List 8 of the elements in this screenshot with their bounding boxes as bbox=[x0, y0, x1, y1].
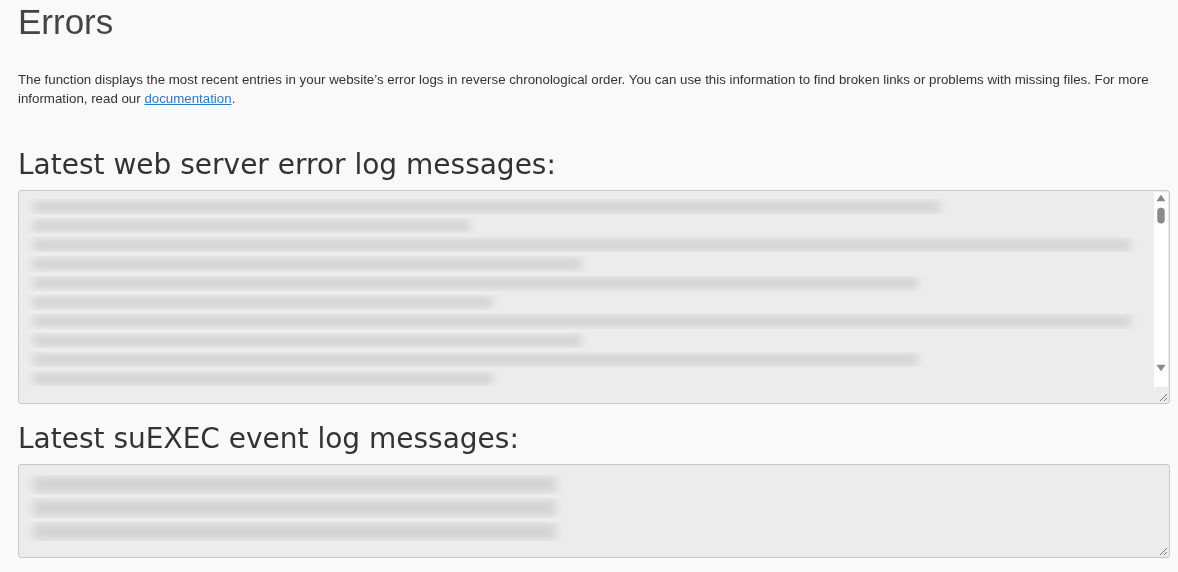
section-heading: Latest suEXEC event log messages: bbox=[18, 422, 520, 456]
description-text: The function displays the most recent entries in your website’s error logs in reverse chronological order. You can use this information to find broken links or problems with missing files. For more information, read our documentation. bbox=[18, 71, 1150, 108]
resize-grip-icon[interactable] bbox=[1158, 546, 1168, 556]
scrollbar-drawing[interactable] bbox=[1154, 192, 1168, 387]
page-title: Errors bbox=[18, 1, 115, 42]
resize-grip-icon[interactable] bbox=[1158, 392, 1168, 402]
section-heading: Latest web server error log messages: bbox=[18, 148, 557, 182]
documentation-link[interactable]: documentation bbox=[144, 91, 232, 106]
